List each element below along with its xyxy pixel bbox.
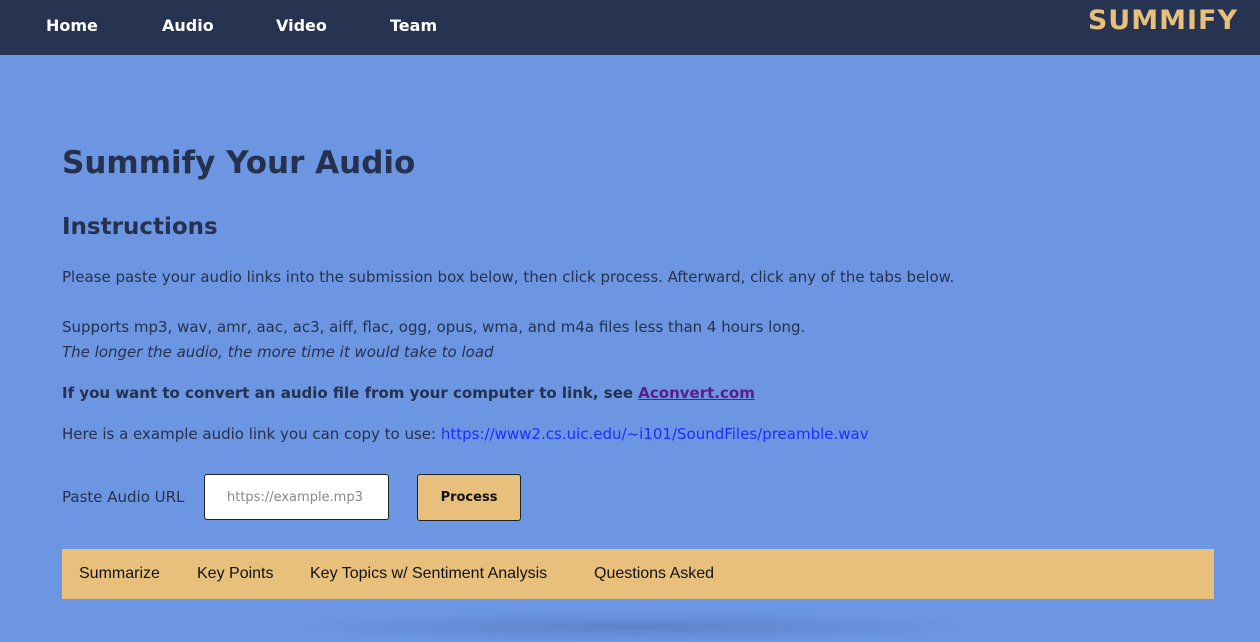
- url-label: Paste Audio URL: [62, 488, 185, 506]
- page-title: Summify Your Audio: [62, 145, 416, 181]
- example-audio-link[interactable]: https://www2.cs.uic.edu/~i101/SoundFiles…: [441, 425, 869, 443]
- tab-key-points[interactable]: Key Points: [197, 564, 273, 584]
- panel-shadow: [290, 612, 980, 642]
- nav-link-audio[interactable]: Audio: [162, 17, 214, 35]
- process-button[interactable]: Process: [417, 474, 521, 521]
- navbar: Home Audio Video Team SUMMIFY: [0, 0, 1260, 55]
- load-time-note: The longer the audio, the more time it w…: [62, 343, 494, 361]
- tab-summarize[interactable]: Summarize: [79, 564, 160, 584]
- instructions-text: Please paste your audio links into the s…: [62, 268, 955, 286]
- brand-logo[interactable]: SUMMIFY: [1088, 5, 1238, 37]
- tab-key-topics[interactable]: Key Topics w/ Sentiment Analysis: [310, 564, 547, 584]
- nav-link-home[interactable]: Home: [46, 17, 98, 35]
- nav-link-video[interactable]: Video: [276, 17, 327, 35]
- convert-line: If you want to convert an audio file fro…: [62, 383, 755, 403]
- tab-bar: Summarize Key Points Key Topics w/ Senti…: [62, 549, 1214, 599]
- convert-text: If you want to convert an audio file fro…: [62, 384, 639, 402]
- supports-text: Supports mp3, wav, amr, aac, ac3, aiff, …: [62, 318, 806, 336]
- example-line: Here is a example audio link you can cop…: [62, 424, 869, 444]
- url-form: Paste Audio URL Process: [62, 474, 662, 522]
- audio-url-input[interactable]: [204, 474, 389, 520]
- instructions-heading: Instructions: [62, 214, 218, 240]
- example-text: Here is a example audio link you can cop…: [62, 425, 441, 443]
- aconvert-link[interactable]: Aconvert.com: [638, 384, 755, 402]
- tab-questions-asked[interactable]: Questions Asked: [594, 564, 714, 584]
- nav-link-team[interactable]: Team: [390, 17, 437, 35]
